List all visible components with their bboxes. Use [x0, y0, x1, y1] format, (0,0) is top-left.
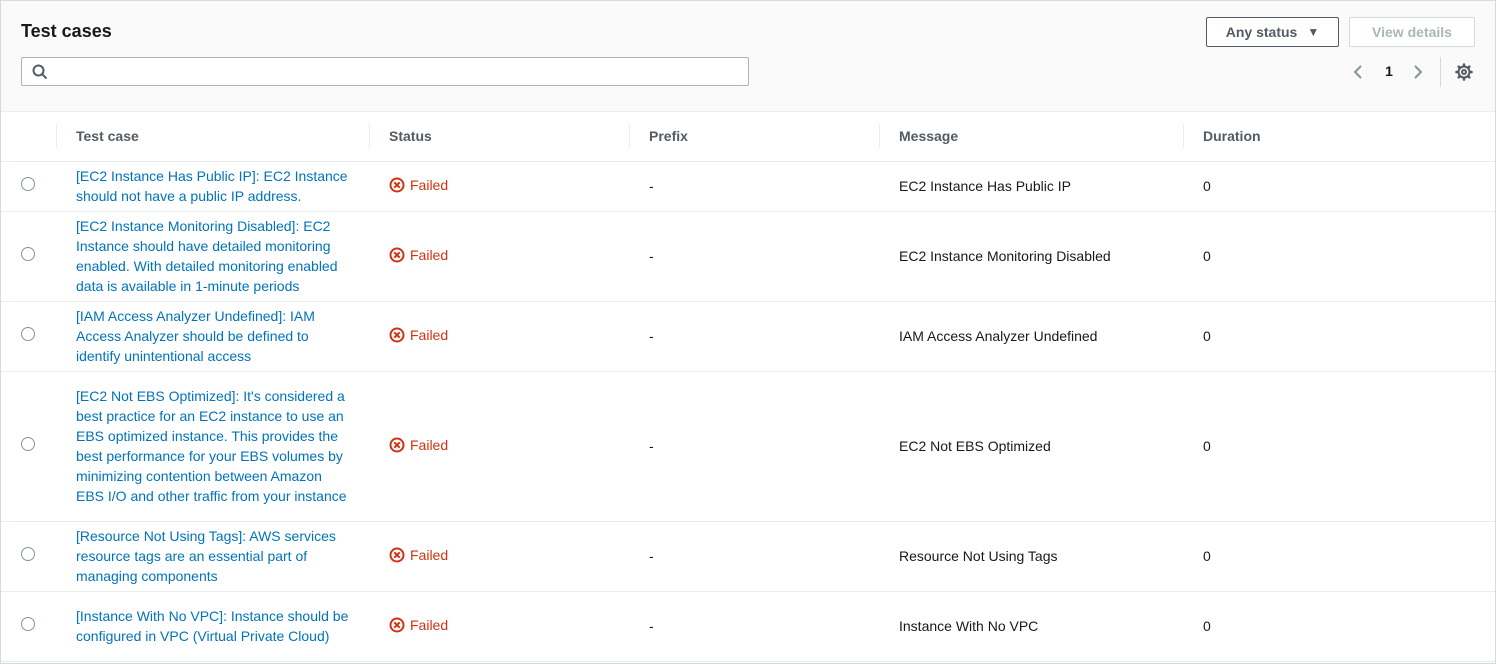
status-indicator: Failed — [389, 435, 448, 455]
status-text: Failed — [410, 436, 449, 453]
prefix-cell: - — [629, 591, 879, 662]
table-row[interactable]: [IAM Access Analyzer Undefined]: IAM Acc… — [1, 301, 1495, 372]
error-icon — [389, 617, 405, 632]
message-cell: IAM Access Analyzer Undefined — [879, 301, 1183, 372]
row-select-cell — [1, 591, 56, 662]
test-case-link[interactable]: [EC2 Instance Monitoring Disabled]: EC2 … — [76, 218, 338, 294]
status-cell: Failed — [369, 211, 629, 302]
select-column-header — [1, 112, 56, 162]
duration-cell: 0 — [1183, 301, 1495, 372]
status-cell: Failed — [369, 371, 629, 522]
status-text: Failed — [410, 546, 449, 563]
test-case-link[interactable]: [IAM Access Analyzer Undefined]: IAM Acc… — [76, 308, 315, 364]
error-icon — [389, 327, 405, 342]
gear-icon[interactable] — [1455, 63, 1473, 81]
caret-down-icon: ▼ — [1307, 25, 1320, 39]
prefix-cell: - — [629, 521, 879, 592]
search-box[interactable] — [21, 57, 749, 86]
test-cases-panel: Test cases Any status ▼ View details 1 T… — [0, 0, 1496, 664]
test-case-cell: [Resource Not Using Tags]: AWS services … — [56, 521, 369, 592]
status-text: Failed — [410, 176, 449, 193]
pagination: 1 — [1349, 61, 1429, 83]
status-indicator: Failed — [389, 615, 448, 635]
prefix-cell: - — [629, 301, 879, 372]
table-row[interactable]: [EC2 Instance Has Public IP]: EC2 Instan… — [1, 161, 1495, 212]
error-icon — [389, 177, 405, 192]
table-header-row: Test case Status Prefix Message Duration — [1, 112, 1495, 162]
test-case-cell: [EC2 Not EBS Optimized]: It's considered… — [56, 371, 369, 522]
duration-cell: 0 — [1183, 591, 1495, 662]
message-cell: EC2 Instance Has Public IP — [879, 161, 1183, 212]
row-select-cell — [1, 211, 56, 302]
test-cases-table: Test case Status Prefix Message Duration… — [1, 112, 1495, 662]
duration-cell: 0 — [1183, 211, 1495, 302]
status-text: Failed — [410, 616, 449, 633]
test-case-cell: [EC2 Instance Has Public IP]: EC2 Instan… — [56, 161, 369, 212]
panel-header: Test cases Any status ▼ View details 1 — [1, 1, 1495, 112]
test-case-link[interactable]: [Resource Not Using Tags]: AWS services … — [76, 528, 336, 584]
test-case-link[interactable]: [EC2 Not EBS Optimized]: It's considered… — [76, 388, 347, 504]
row-select-cell — [1, 371, 56, 522]
search-icon — [32, 64, 48, 80]
message-cell: Instance With No VPC — [879, 591, 1183, 662]
table-row[interactable]: [Instance With No VPC]: Instance should … — [1, 591, 1495, 662]
status-text: Failed — [410, 246, 449, 263]
test-case-cell: [EC2 Instance Monitoring Disabled]: EC2 … — [56, 211, 369, 302]
test-case-link[interactable]: [Instance With No VPC]: Instance should … — [76, 608, 348, 644]
status-indicator: Failed — [389, 325, 448, 345]
table-row[interactable]: [Resource Not Using Tags]: AWS services … — [1, 521, 1495, 592]
row-select-cell — [1, 521, 56, 592]
row-radio-button[interactable] — [21, 327, 35, 341]
duration-cell: 0 — [1183, 371, 1495, 522]
row-radio-button[interactable] — [21, 177, 35, 191]
row-select-cell — [1, 301, 56, 372]
column-header-status[interactable]: Status — [369, 112, 629, 162]
status-indicator: Failed — [389, 545, 448, 565]
status-indicator: Failed — [389, 175, 448, 195]
search-input[interactable] — [56, 61, 736, 83]
error-icon — [389, 547, 405, 562]
message-cell: EC2 Instance Monitoring Disabled — [879, 211, 1183, 302]
test-case-link[interactable]: [EC2 Instance Has Public IP]: EC2 Instan… — [76, 168, 348, 204]
row-radio-button[interactable] — [21, 247, 35, 261]
row-radio-button[interactable] — [21, 617, 35, 631]
message-cell: Resource Not Using Tags — [879, 521, 1183, 592]
error-icon — [389, 437, 405, 452]
chevron-left-icon[interactable] — [1349, 63, 1367, 81]
column-header-test-case[interactable]: Test case — [56, 112, 369, 162]
chevron-right-icon[interactable] — [1409, 63, 1427, 81]
table-row[interactable]: [EC2 Not EBS Optimized]: It's considered… — [1, 371, 1495, 522]
row-radio-button[interactable] — [21, 437, 35, 451]
prefix-cell: - — [629, 371, 879, 522]
page-title: Test cases — [21, 21, 112, 41]
column-header-duration[interactable]: Duration — [1183, 112, 1495, 162]
status-cell: Failed — [369, 301, 629, 372]
duration-cell: 0 — [1183, 521, 1495, 592]
divider — [1440, 57, 1441, 87]
message-cell: EC2 Not EBS Optimized — [879, 371, 1183, 522]
table-row[interactable]: [EC2 Instance Monitoring Disabled]: EC2 … — [1, 211, 1495, 302]
error-icon — [389, 247, 405, 262]
prefix-cell: - — [629, 211, 879, 302]
column-header-prefix[interactable]: Prefix — [629, 112, 879, 162]
column-header-message[interactable]: Message — [879, 112, 1183, 162]
row-radio-button[interactable] — [21, 547, 35, 561]
row-select-cell — [1, 161, 56, 212]
test-case-cell: [IAM Access Analyzer Undefined]: IAM Acc… — [56, 301, 369, 372]
status-cell: Failed — [369, 161, 629, 212]
view-details-button[interactable]: View details — [1349, 17, 1475, 47]
duration-cell: 0 — [1183, 161, 1495, 212]
test-case-cell: [Instance With No VPC]: Instance should … — [56, 591, 369, 662]
status-text: Failed — [410, 326, 449, 343]
status-cell: Failed — [369, 521, 629, 592]
status-indicator: Failed — [389, 245, 448, 265]
status-cell: Failed — [369, 591, 629, 662]
page-number[interactable]: 1 — [1379, 63, 1399, 79]
status-filter-label: Any status — [1225, 24, 1298, 40]
status-filter-dropdown[interactable]: Any status ▼ — [1206, 17, 1339, 47]
prefix-cell: - — [629, 161, 879, 212]
